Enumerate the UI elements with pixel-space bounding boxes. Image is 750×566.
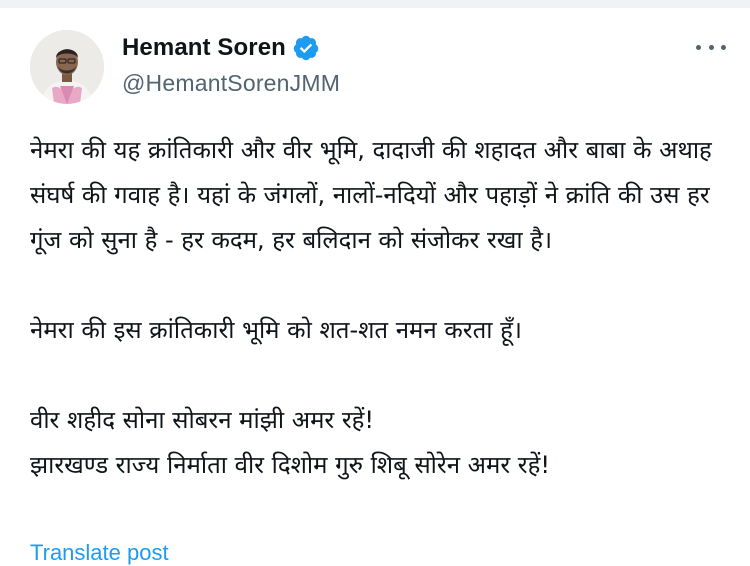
author-display-name[interactable]: Hemant Soren <box>122 34 286 62</box>
avatar-image <box>30 30 104 104</box>
author-name-row: Hemant Soren <box>122 32 340 64</box>
tweet-line: झारखण्ड राज्य निर्माता वीर दिशोम गुरु शि… <box>30 451 550 479</box>
translate-post-link[interactable]: Translate post <box>30 540 169 566</box>
more-dot <box>708 44 714 50</box>
tweet-paragraph: नेमरा की इस क्रांतिकारी भूमि को शत-शत नम… <box>30 316 522 344</box>
tweet-paragraph: नेमरा की यह क्रांतिकारी और वीर भूमि, दाद… <box>30 136 712 254</box>
more-dot <box>721 44 726 50</box>
author-handle[interactable]: @HemantSorenJMM <box>122 70 340 97</box>
tweet-header: Hemant Soren @HemantSorenJMM <box>30 30 730 104</box>
tweet-text: नेमरा की यह क्रांतिकारी और वीर भूमि, दाद… <box>30 128 730 488</box>
verified-badge-icon[interactable] <box>292 34 320 62</box>
more-dot <box>696 44 701 50</box>
author-info: Hemant Soren @HemantSorenJMM <box>122 32 340 97</box>
top-divider <box>0 0 750 8</box>
avatar[interactable] <box>30 30 104 104</box>
tweet-line: वीर शहीद सोना सोबरन मांझी अमर रहें! <box>30 406 375 434</box>
more-options-icon[interactable] <box>696 42 726 52</box>
